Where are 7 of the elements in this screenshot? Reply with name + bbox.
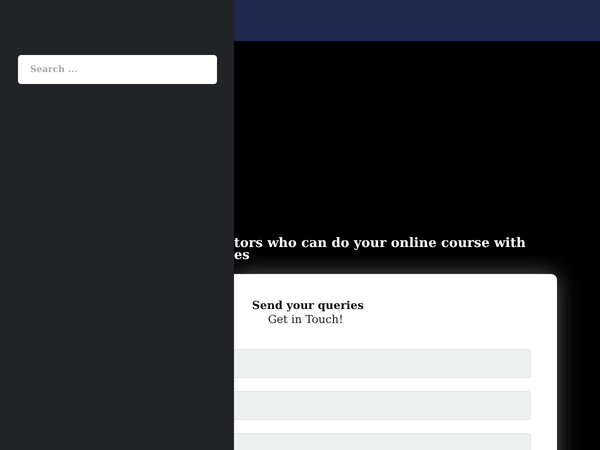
- input-field[interactable]: [234, 349, 531, 378]
- search-field[interactable]: Search ...: [18, 55, 217, 84]
- hero-heading: es: [234, 250, 251, 262]
- card-subtitle: Get in Touch!: [268, 313, 344, 327]
- input-field[interactable]: [234, 391, 531, 420]
- card-title: Send your queries: [252, 299, 365, 313]
- hero-heading: tors who can do your online course with: [234, 238, 527, 250]
